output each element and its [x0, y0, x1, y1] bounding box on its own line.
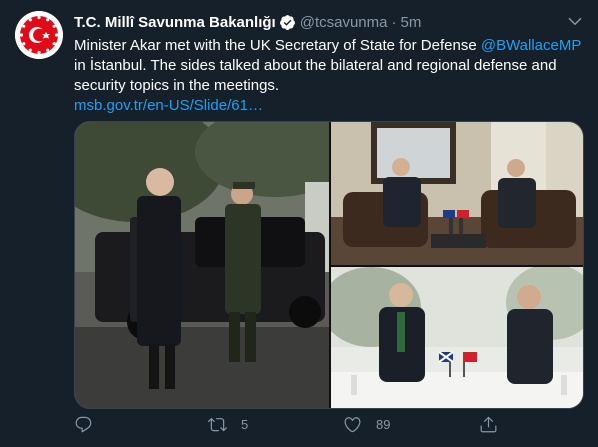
- tweet-header: T.C. Millî Savunma Bakanlığı @tcsavunma …: [74, 12, 421, 32]
- chevron-down-icon[interactable]: [566, 12, 584, 30]
- tweet-text: Minister Akar met with the UK Secretary …: [74, 36, 581, 116]
- photo-arrival[interactable]: [75, 122, 329, 408]
- heart-icon: [344, 417, 361, 433]
- photo-office-meeting[interactable]: [331, 122, 583, 265]
- reply-icon: [75, 416, 92, 433]
- tweet-link[interactable]: msb.gov.tr/en-US/Slide/61…: [74, 96, 574, 116]
- like-button[interactable]: 89: [343, 415, 390, 434]
- author-name[interactable]: T.C. Millî Savunma Bakanlığı: [74, 14, 276, 31]
- tweet-text-line-1: Minister Akar met with the UK Secretary …: [74, 36, 581, 56]
- mention-link[interactable]: @BWallaceMP: [481, 37, 582, 54]
- share-icon: [480, 416, 497, 433]
- ministry-emblem-icon: [15, 11, 63, 59]
- like-count: 89: [376, 417, 391, 432]
- verified-badge-icon: [279, 14, 296, 31]
- author-handle[interactable]: @tcsavunma: [300, 14, 388, 31]
- separator-dot: ·: [391, 13, 397, 31]
- photo-outdoor-meeting[interactable]: [331, 267, 583, 408]
- reply-button[interactable]: [74, 415, 93, 434]
- share-button[interactable]: [479, 415, 498, 434]
- tweet-text-line-3: security topics in the meetings.: [74, 77, 280, 94]
- retweet-icon: [208, 418, 227, 432]
- tweet-actions: 5 89: [74, 415, 514, 439]
- retweet-count: 5: [241, 417, 249, 432]
- tweet-text-line-2: in İstanbul. The sides talked about the …: [74, 57, 557, 74]
- photo-grid: [74, 121, 584, 409]
- tweet[interactable]: T.C. Millî Savunma Bakanlığı @tcsavunma …: [0, 0, 598, 447]
- retweet-button[interactable]: 5: [208, 415, 248, 434]
- avatar[interactable]: [15, 11, 63, 59]
- tweet-timestamp[interactable]: 5m: [400, 14, 421, 31]
- tweet-text-segment: Minister Akar met with the UK Secretary …: [74, 37, 481, 54]
